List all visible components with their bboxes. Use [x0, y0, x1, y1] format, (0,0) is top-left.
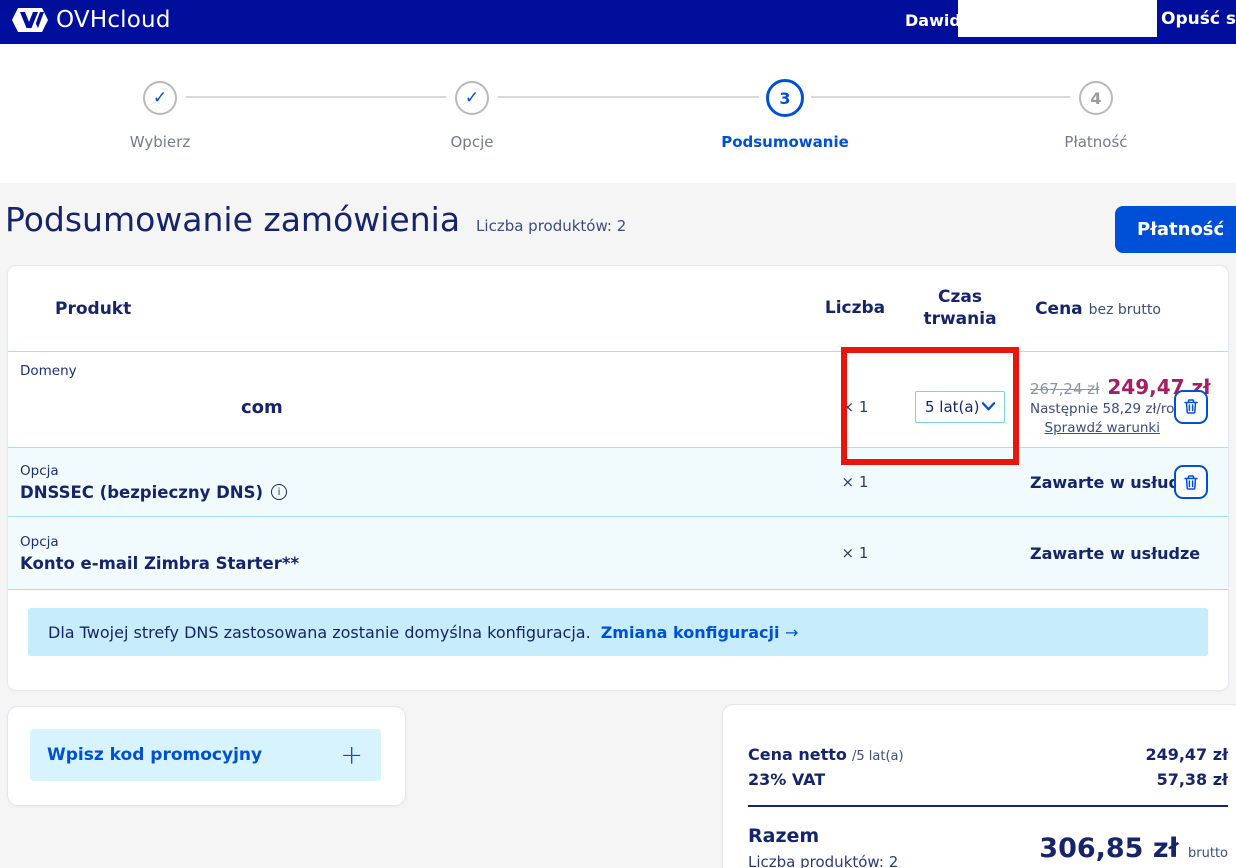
- net-price-value: 249,47 zł: [1145, 745, 1228, 764]
- trash-icon: [1183, 398, 1199, 415]
- net-price-label: Cena netto: [748, 745, 847, 764]
- trash-icon: [1183, 474, 1199, 491]
- leave-page-link[interactable]: Opuść stro: [1161, 9, 1236, 29]
- total-value: 306,85 zł brutto: [1039, 833, 1228, 864]
- total-row: Razem Liczba produktów: 2 306,85 zł brut…: [748, 825, 1228, 868]
- col-header-product: Produkt: [20, 299, 820, 319]
- checkout-stepper: ✓ Wybierz ✓ Opcje 3 Podsumowanie 4 Płatn…: [0, 44, 1236, 183]
- delete-domain-button[interactable]: [1174, 390, 1208, 424]
- product-cell: Opcja Konto e-mail Zimbra Starter**: [20, 534, 820, 573]
- payment-button-label: Płatność: [1137, 219, 1224, 240]
- col-header-quantity: Liczba: [820, 298, 890, 319]
- step-label: Opcje: [372, 133, 572, 151]
- page-title: Podsumowanie zamówienia: [5, 200, 460, 239]
- summary-divider: [748, 805, 1228, 807]
- payment-button[interactable]: Płatność →: [1115, 206, 1236, 253]
- vat-label: 23% VAT: [748, 770, 825, 789]
- table-row-zimbra: Opcja Konto e-mail Zimbra Starter** × 1 …: [8, 516, 1228, 590]
- arrow-right-icon: →: [785, 623, 798, 642]
- net-price-period: /5 lat(a): [852, 749, 904, 764]
- info-icon[interactable]: i: [271, 484, 287, 500]
- change-config-link[interactable]: Zmiana konfiguracji →: [601, 623, 799, 642]
- product-name: DNSSEC (bezpieczny DNS) i: [20, 483, 820, 502]
- user-name: Dawid: [905, 11, 961, 30]
- ovhcloud-logo-icon: [12, 7, 48, 33]
- quantity-value: × 1: [820, 473, 890, 491]
- trash-cell: [1166, 465, 1216, 499]
- product-cell: Domeny com: [20, 381, 820, 418]
- step-label: Płatność: [996, 133, 1196, 151]
- step-circle-active[interactable]: 3: [766, 79, 804, 117]
- col-header-duration: Czas trwania: [890, 287, 1030, 330]
- vat-value: 57,38 zł: [1157, 770, 1228, 789]
- promo-code-label: Wpisz kod promocyjny: [47, 745, 262, 765]
- step-circle-done[interactable]: ✓: [143, 81, 177, 115]
- promo-code-card: Wpisz kod promocyjny +: [8, 707, 405, 805]
- duration-selected-value: 5 lat(a): [925, 398, 979, 416]
- chevron-down-icon: [982, 402, 995, 411]
- price-summary-card: Cena netto /5 lat(a) 249,47 zł 23% VAT 5…: [723, 705, 1236, 868]
- check-icon: ✓: [465, 88, 479, 108]
- col-header-price: Cena bez brutto: [1030, 299, 1166, 319]
- brand-name: OVHcloud: [56, 7, 171, 33]
- terms-link[interactable]: Sprawdź warunki: [1045, 420, 1161, 436]
- step-circle-pending: 4: [1079, 81, 1113, 115]
- trash-cell: [1166, 376, 1216, 424]
- page-header: Podsumowanie zamówienia Liczba produktów…: [5, 200, 626, 239]
- step-opcje[interactable]: ✓ Opcje: [372, 81, 572, 151]
- product-name: Konto e-mail Zimbra Starter**: [20, 554, 820, 573]
- page: OVHcloud Dawid Opuść stro ✓ Wybierz ✓ Op…: [0, 0, 1236, 868]
- order-summary-card: Produkt Liczba Czas trwania Cena bez bru…: [8, 266, 1228, 690]
- total-product-count: Liczba produktów: 2: [748, 853, 898, 868]
- duration-select[interactable]: 5 lat(a): [915, 391, 1005, 423]
- step-circle-done[interactable]: ✓: [455, 81, 489, 115]
- product-category: Opcja: [20, 463, 820, 479]
- product-count: Liczba produktów: 2: [476, 217, 626, 235]
- ovhcloud-logo: OVHcloud: [12, 7, 171, 33]
- total-label: Razem: [748, 825, 898, 847]
- check-icon: ✓: [153, 88, 167, 108]
- duration-cell: 5 lat(a): [890, 377, 1030, 423]
- delete-dnssec-button[interactable]: [1174, 465, 1208, 499]
- product-name: com: [241, 397, 820, 418]
- old-price: 267,24 zł: [1030, 380, 1099, 398]
- quantity-value: × 1: [820, 384, 890, 416]
- promo-code-toggle[interactable]: Wpisz kod promocyjny +: [30, 729, 381, 781]
- top-navbar: OVHcloud Dawid Opuść stro: [0, 0, 1236, 44]
- nav-masked-box[interactable]: [958, 0, 1157, 37]
- banner-text: Dla Twojej strefy DNS zastosowana zostan…: [48, 623, 591, 642]
- price-cell: 267,24 zł249,47 zł Następnie 58,29 zł/ro…: [1030, 363, 1166, 436]
- step-label: Podsumowanie: [685, 133, 885, 151]
- step-podsumowanie[interactable]: 3 Podsumowanie: [685, 79, 885, 151]
- table-row-dnssec: Opcja DNSSEC (bezpieczny DNS) i × 1 Zawa…: [8, 447, 1228, 516]
- table-header-row: Produkt Liczba Czas trwania Cena bez bru…: [8, 266, 1228, 351]
- quantity-value: × 1: [820, 544, 890, 562]
- product-cell: Opcja DNSSEC (bezpieczny DNS) i: [20, 463, 820, 502]
- step-platnosc: 4 Płatność: [996, 81, 1196, 151]
- vat-row: 23% VAT 57,38 zł: [748, 770, 1228, 789]
- step-wybierz[interactable]: ✓ Wybierz: [60, 81, 260, 151]
- included-label: Zawarte w usłudze: [1030, 473, 1166, 492]
- net-price-row: Cena netto /5 lat(a) 249,47 zł: [748, 745, 1228, 764]
- total-suffix: brutto: [1188, 846, 1228, 861]
- product-category: Domeny: [20, 363, 77, 379]
- renewal-price: Następnie 58,29 zł/rok: [1030, 401, 1160, 417]
- product-category: Opcja: [20, 534, 820, 550]
- included-label: Zawarte w usłudze: [1030, 544, 1166, 563]
- step-label: Wybierz: [60, 133, 260, 151]
- dns-config-banner: Dla Twojej strefy DNS zastosowana zostan…: [28, 608, 1208, 656]
- plus-icon: +: [340, 742, 363, 769]
- table-row-domain: Domeny com × 1 5 lat(a) 267,24 zł249,47 …: [8, 351, 1228, 447]
